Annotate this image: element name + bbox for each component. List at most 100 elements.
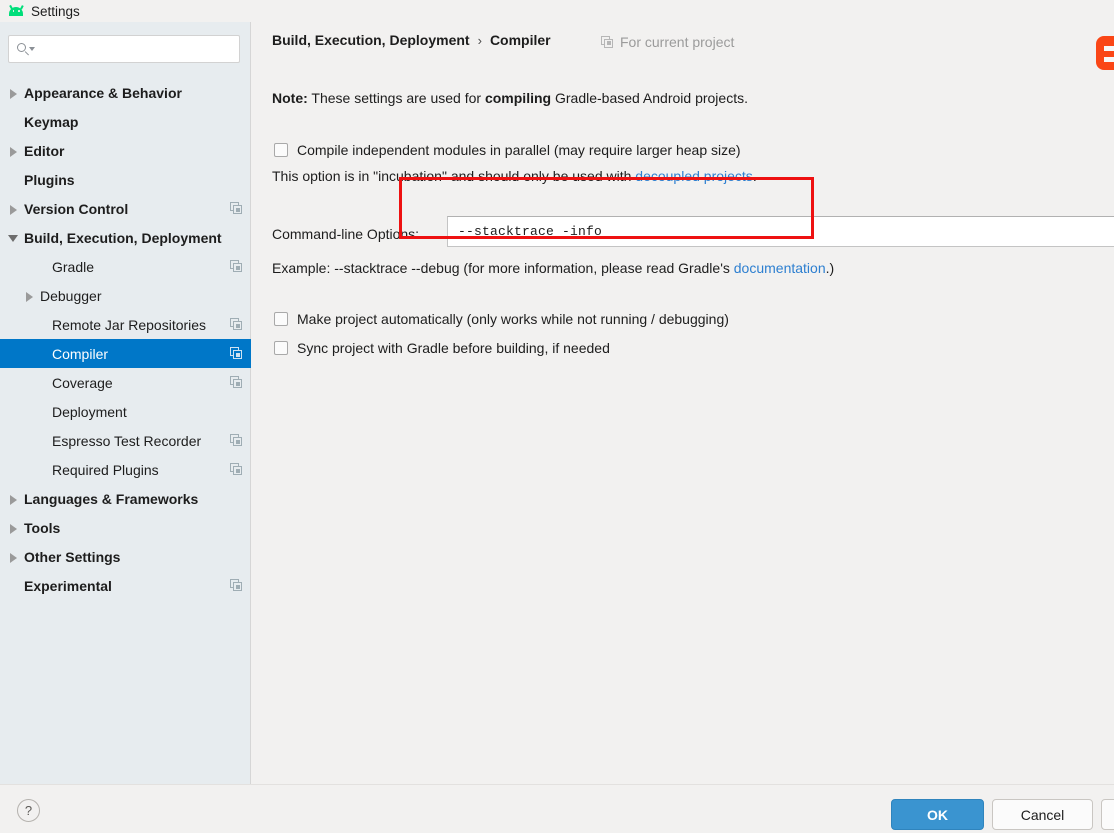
window-title-bar: Settings [0,0,1114,22]
sidebar-item-label: Deployment [52,403,127,420]
note-text-1: These settings are used for [307,90,485,106]
sidebar-item-label: Espresso Test Recorder [52,432,202,449]
make-project-automatically-label: Make project automatically (only works w… [297,311,729,327]
decoupled-projects-link[interactable]: decoupled projects [635,168,753,184]
breadcrumb-separator: › [477,33,482,48]
command-line-options-field[interactable] [447,216,1114,247]
chevron-right-icon[interactable] [8,203,20,215]
settings-tree: Appearance & Behavior Keymap Editor Plugins… [0,78,251,600]
chevron-right-icon[interactable] [24,290,36,302]
sidebar-item-keymap[interactable]: Keymap [0,107,251,136]
sidebar-item-label: Appearance & Behavior [24,84,182,101]
documentation-link[interactable]: documentation [734,260,826,276]
breadcrumb-parent[interactable]: Build, Execution, Deployment [272,32,470,48]
sidebar-item-plugins[interactable]: Plugins [0,165,251,194]
chevron-right-icon[interactable] [8,551,20,563]
dialog-button-bar: ? OK Cancel Apply [0,784,1114,833]
sidebar-item-required-plugins[interactable]: Required Plugins [0,455,251,484]
note-prefix: Note: [272,90,308,106]
note-emphasis: compiling [484,90,552,106]
sidebar-item-version-control[interactable]: Version Control [0,194,251,223]
parallel-compile-checkbox[interactable] [274,143,288,157]
copy-icon [230,318,243,331]
sidebar-item-remote-jar-repositories[interactable]: Remote Jar Repositories [0,310,251,339]
edge-logo-icon [1096,36,1114,70]
help-button[interactable]: ? [17,799,40,822]
window-title: Settings [31,3,80,19]
sidebar-item-gradle[interactable]: Gradle [0,252,251,281]
chevron-right-icon[interactable] [8,493,20,505]
sidebar-item-label: Languages & Frameworks [24,490,199,507]
sidebar-item-compiler[interactable]: Compiler [0,339,251,368]
android-robot-icon [8,5,24,17]
sidebar-item-languages-frameworks[interactable]: Languages & Frameworks [0,484,251,513]
sidebar-item-label: Experimental [24,577,112,594]
sidebar-item-deployment[interactable]: Deployment [0,397,251,426]
sync-project-checkbox-row[interactable]: Sync project with Gradle before building… [274,340,610,356]
sidebar-item-experimental[interactable]: Experimental [0,571,251,600]
cancel-button[interactable]: Cancel [992,799,1093,830]
sidebar-item-appearance-behavior[interactable]: Appearance & Behavior [0,78,251,107]
parallel-compile-checkbox-row[interactable]: Compile independent modules in parallel … [274,142,741,158]
chevron-right-icon[interactable] [8,522,20,534]
parallel-compile-label: Compile independent modules in parallel … [297,142,741,158]
copy-icon [230,202,243,215]
note-text-2: Gradle-based Android projects. [551,90,748,106]
incubation-text-1: This option is in "incubation" and shoul… [272,168,636,184]
ok-button[interactable]: OK [891,799,984,830]
sidebar-item-label: Coverage [52,374,113,391]
chevron-right-icon[interactable] [8,87,20,99]
sidebar-item-debugger[interactable]: Debugger [0,281,251,310]
settings-sidebar: Appearance & Behavior Keymap Editor Plugins… [0,22,251,784]
scope-label: For current project [620,34,735,50]
sidebar-item-coverage[interactable]: Coverage [0,368,251,397]
sidebar-item-label: Other Settings [24,548,121,565]
search-input[interactable] [35,41,239,57]
copy-icon [230,434,243,447]
sidebar-item-build-execution-deployment[interactable]: Build, Execution, Deployment [0,223,251,252]
sidebar-item-label: Remote Jar Repositories [52,316,207,333]
scope-indicator: For current project [601,34,734,50]
settings-dialog: Settings Appearance & Behavior Keymap Edit… [0,0,1114,833]
copy-icon [230,463,243,476]
sidebar-item-label: Required Plugins [52,461,159,478]
sidebar-item-label: Gradle [52,258,95,275]
search-box[interactable] [8,35,240,63]
copy-icon [230,579,243,592]
chevron-down-icon[interactable] [8,232,20,244]
make-project-automatically-checkbox[interactable] [274,312,288,326]
sidebar-item-label: Version Control [24,200,129,217]
command-line-options-label: Command-line Options: [272,226,420,242]
sidebar-item-label: Editor [24,142,65,159]
search-icon [17,42,35,56]
sync-project-label: Sync project with Gradle before building… [297,340,610,356]
sidebar-item-tools[interactable]: Tools [0,513,251,542]
apply-button[interactable]: Apply [1101,799,1114,830]
compiler-settings-pane: Build, Execution, Deployment › Compiler … [252,22,1114,784]
breadcrumb: Build, Execution, Deployment › Compiler [272,32,551,48]
sidebar-item-editor[interactable]: Editor [0,136,251,165]
sync-project-checkbox[interactable] [274,341,288,355]
make-project-automatically-checkbox-row[interactable]: Make project automatically (only works w… [274,311,729,327]
chevron-right-icon[interactable] [8,145,20,157]
copy-icon [230,260,243,273]
sidebar-item-label: Tools [24,519,61,536]
breadcrumb-current: Compiler [489,32,551,48]
sidebar-item-label: Compiler [52,345,109,362]
sidebar-item-espresso-test-recorder[interactable]: Espresso Test Recorder [0,426,251,455]
copy-icon [230,376,243,389]
sidebar-item-other-settings[interactable]: Other Settings [0,542,251,571]
copy-icon [230,347,243,360]
note-text: Note: These settings are used for compil… [272,90,748,106]
incubation-note: This option is in "incubation" and shoul… [272,168,757,184]
example-text-2: .) [825,260,835,276]
command-line-options-input[interactable] [456,223,1114,240]
